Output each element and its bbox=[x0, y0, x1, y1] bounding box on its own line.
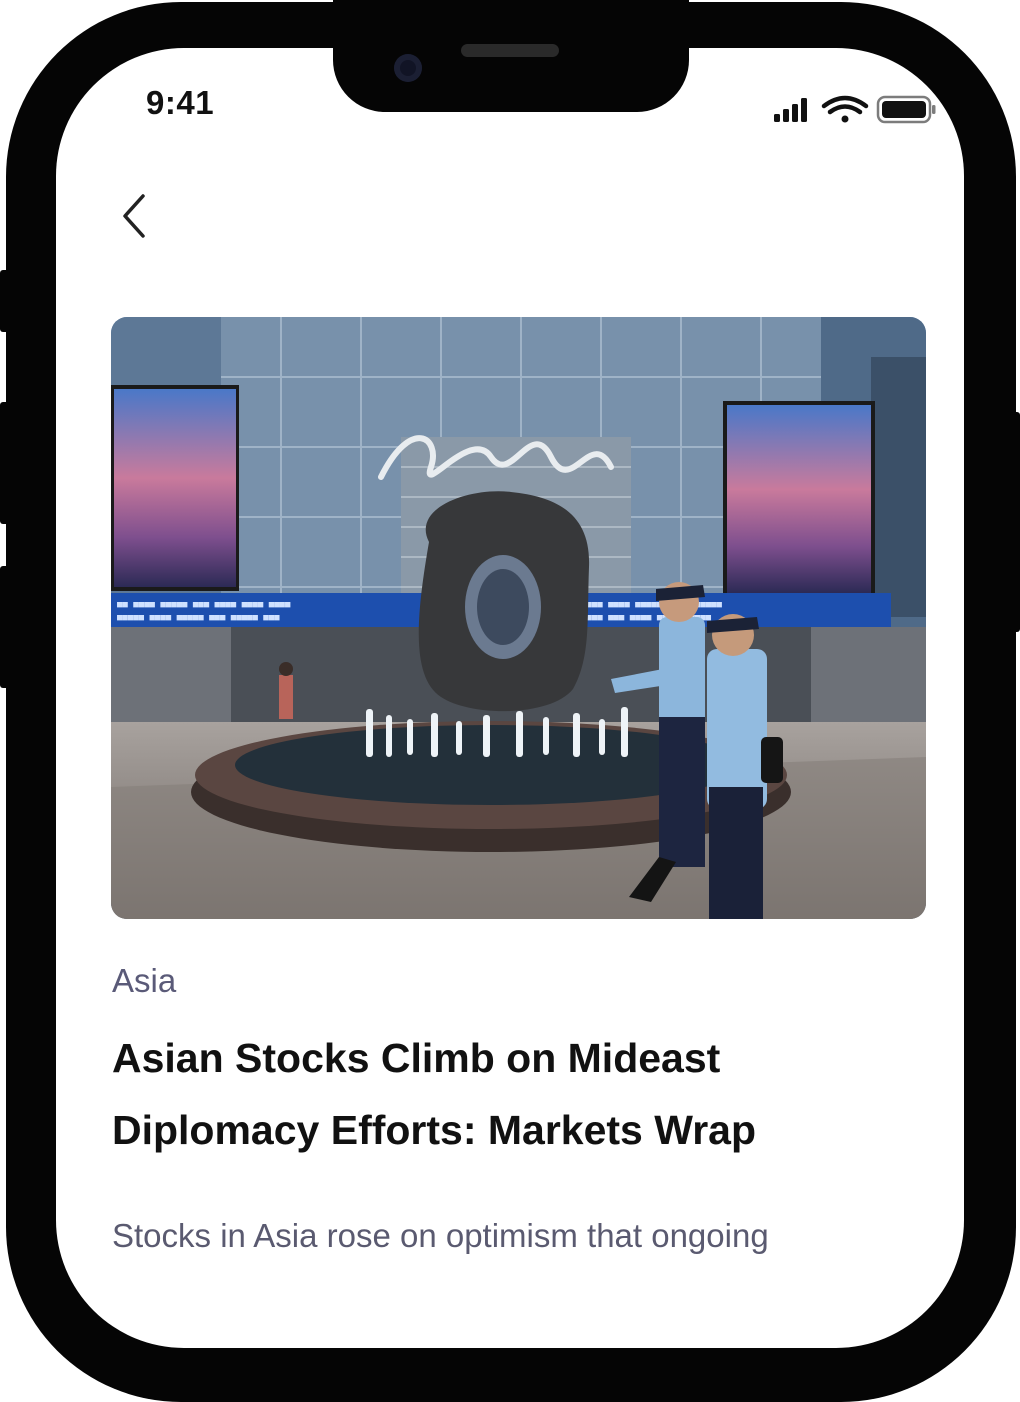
mute-switch bbox=[0, 270, 10, 332]
article-category[interactable]: Asia bbox=[112, 962, 176, 1000]
article-headline: Asian Stocks Climb on Mideast Diplomacy … bbox=[112, 1035, 757, 1153]
article-summary: Stocks in Asia rose on optimism that ong… bbox=[112, 1217, 769, 1254]
front-camera bbox=[394, 54, 422, 82]
chevron-left-icon bbox=[123, 194, 145, 238]
cellular-signal-icon bbox=[774, 98, 807, 122]
volume-up-button bbox=[0, 402, 10, 524]
svg-text:■■■■■ ■■■■ ■■■■■ ■■■ ■■■■■ ■■■: ■■■■■ ■■■■ ■■■■■ ■■■ ■■■■■ ■■■ bbox=[117, 613, 280, 623]
status-icons bbox=[774, 95, 936, 124]
volume-down-button bbox=[0, 566, 10, 688]
hero-photo: ■■ ■■■■ ■■■■■ ■■■ ■■■■ ■■■■ ■■■■ ■■■■■ ■… bbox=[111, 317, 926, 919]
status-time: 9:41 bbox=[146, 84, 215, 121]
speaker-grille bbox=[461, 44, 559, 57]
svg-text:■■■■ ■■■■ ■■■■■ ■■■■ ■■■■■: ■■■■ ■■■■ ■■■■■ ■■■■ ■■■■■ bbox=[581, 600, 722, 610]
svg-text:■■ ■■■■ ■■■■■ ■■■ ■■■■ ■■■■ ■■: ■■ ■■■■ ■■■■■ ■■■ ■■■■ ■■■■ ■■■■ bbox=[117, 600, 291, 610]
battery-icon bbox=[876, 95, 936, 124]
wifi-icon bbox=[821, 95, 869, 123]
power-button bbox=[1010, 412, 1020, 632]
article-hero-image: ■■ ■■■■ ■■■■■ ■■■ ■■■■ ■■■■ ■■■■ ■■■■■ ■… bbox=[111, 317, 926, 919]
back-button[interactable] bbox=[104, 186, 164, 246]
